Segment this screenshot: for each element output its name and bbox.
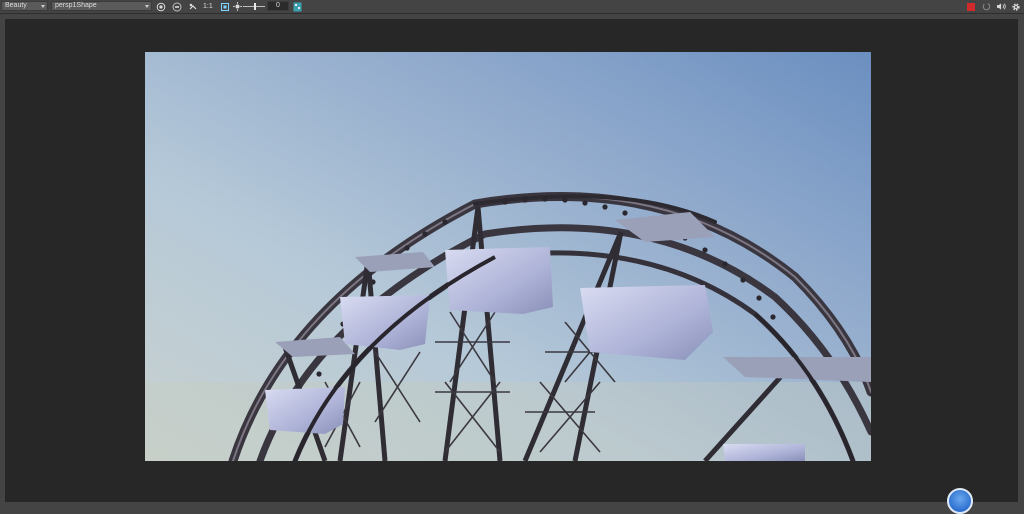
channel-icon[interactable] xyxy=(292,1,302,12)
chevron-down-icon xyxy=(41,5,45,8)
sync-icon[interactable] xyxy=(981,1,991,12)
pixel-ratio[interactable]: 1:1 xyxy=(203,1,213,12)
camera-dropdown[interactable]: persp1Shape xyxy=(51,1,152,11)
snapshot-icon[interactable] xyxy=(171,1,182,12)
chevron-down-icon xyxy=(145,5,149,8)
display-mode-value: Beauty xyxy=(5,2,27,9)
sun-icon[interactable] xyxy=(232,1,242,12)
refresh-icon[interactable] xyxy=(187,1,198,12)
camera-value: persp1Shape xyxy=(55,2,97,9)
display-mode-dropdown[interactable]: Beauty xyxy=(1,1,48,11)
hud-circle-icon[interactable] xyxy=(947,488,973,514)
exposure-value-field[interactable]: 0 xyxy=(267,1,289,11)
audio-icon[interactable] xyxy=(995,1,1007,12)
stop-icon[interactable] xyxy=(966,1,976,12)
gear-icon[interactable] xyxy=(1010,1,1022,12)
render-view-toolbar: Beauty persp1Shape 1:1 0 xyxy=(0,0,1024,14)
ferris-wheel-render[interactable] xyxy=(145,52,871,461)
region-icon[interactable] xyxy=(155,1,166,12)
frame-icon[interactable] xyxy=(219,1,230,12)
exposure-slider-handle[interactable] xyxy=(254,3,256,10)
